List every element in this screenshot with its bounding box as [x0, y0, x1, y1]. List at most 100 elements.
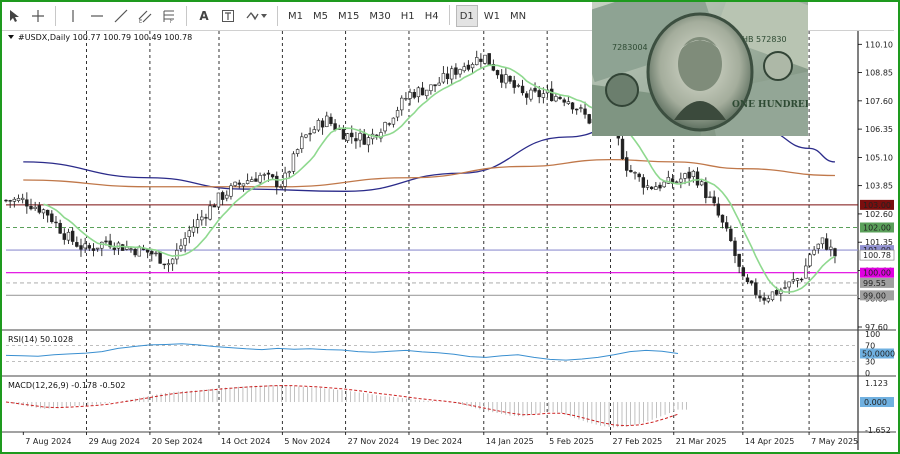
- candle-body: [462, 66, 466, 72]
- candle-body: [570, 102, 575, 110]
- timeframe-d1[interactable]: D1: [455, 5, 478, 27]
- candle-body: [183, 238, 187, 246]
- equidistant-channel-icon[interactable]: E: [134, 5, 156, 27]
- crosshair-icon[interactable]: [27, 5, 49, 27]
- candle-body: [104, 240, 108, 243]
- candle-body: [516, 85, 521, 87]
- candle-body: [691, 170, 696, 177]
- candle-body: [212, 205, 216, 208]
- timeframe-m15[interactable]: M15: [334, 5, 363, 27]
- candle-body: [587, 114, 591, 124]
- candle-body: [824, 238, 829, 250]
- rsi-tick-label: 0: [865, 369, 870, 378]
- candle-body: [275, 175, 279, 188]
- candle-body: [270, 174, 275, 178]
- time-label: 5 Nov 2024: [284, 437, 330, 446]
- candle-body: [433, 84, 437, 87]
- candle-body: [579, 107, 583, 109]
- candle-body: [487, 53, 491, 65]
- rsi-line: [5, 343, 679, 361]
- timeframe-w1[interactable]: W1: [480, 5, 504, 27]
- trendline-icon[interactable]: [110, 5, 132, 27]
- candle-body: [808, 254, 812, 267]
- text-label-icon[interactable]: [217, 5, 239, 27]
- candle-body: [100, 241, 104, 249]
- candle-body: [791, 279, 796, 282]
- candle-body: [749, 280, 754, 284]
- candle-body: [66, 231, 71, 241]
- candle-body: [479, 58, 483, 62]
- candle-body: [637, 173, 641, 178]
- time-label: 7 May 2025: [811, 437, 858, 446]
- fibonacci-icon[interactable]: F: [158, 5, 180, 27]
- candle-body: [354, 138, 358, 142]
- candle-body: [291, 153, 296, 172]
- candle-body: [200, 216, 204, 221]
- price-tick-label: 102.60: [865, 210, 893, 219]
- time-label: 20 Sep 2024: [152, 437, 203, 446]
- time-label: 27 Feb 2025: [612, 437, 662, 446]
- candle-body: [79, 245, 83, 250]
- candle-body: [383, 122, 387, 132]
- candle-body: [550, 88, 554, 102]
- cursor-icon[interactable]: [3, 5, 25, 27]
- candle-body: [833, 248, 837, 257]
- candle-body: [120, 244, 125, 251]
- candle-body: [245, 180, 250, 184]
- time-label: 29 Aug 2024: [89, 437, 140, 446]
- arrows-icon[interactable]: [241, 5, 271, 27]
- timeframe-h1[interactable]: H1: [397, 5, 419, 27]
- candle-body: [475, 57, 479, 66]
- candle-body: [729, 228, 733, 242]
- candle-body: [312, 129, 316, 134]
- candle-body: [233, 181, 237, 186]
- candle-body: [220, 192, 225, 200]
- rsi-tick-label: 100: [865, 330, 880, 339]
- candle-body: [812, 249, 816, 255]
- candle-body: [683, 173, 687, 179]
- price-tick-label: 103.85: [865, 182, 893, 191]
- dollar-banknote-image: HB 572830 7283004 ONE HUNDRED: [592, 2, 808, 136]
- candle-body: [112, 247, 117, 250]
- timeframe-h4[interactable]: H4: [421, 5, 443, 27]
- candle-body: [50, 213, 54, 223]
- candle-body: [320, 120, 325, 128]
- timeframe-m30[interactable]: M30: [365, 5, 394, 27]
- price-tick-label: 108.85: [865, 69, 893, 78]
- rsi-header: RSI(14) 50.1028: [8, 335, 73, 344]
- candle-body: [91, 248, 96, 251]
- timeframe-m5[interactable]: M5: [309, 5, 332, 27]
- text-icon[interactable]: A: [193, 5, 215, 27]
- candle-body: [649, 186, 654, 189]
- candle-body: [566, 101, 571, 104]
- candle-body: [8, 200, 12, 202]
- candle-body: [504, 74, 508, 84]
- candle-body: [820, 237, 825, 245]
- candle-body: [350, 132, 354, 138]
- time-axis: 7 Aug 2024 29 Aug 2024 20 Sep 2024 14 Oct 2…: [22, 432, 858, 446]
- time-label: 5 Feb 2025: [549, 437, 594, 446]
- time-label: 7 Aug 2024: [25, 437, 71, 446]
- candle-body: [150, 251, 154, 255]
- candle-body: [358, 132, 362, 141]
- candle-body: [62, 233, 67, 240]
- candle-body: [395, 110, 400, 118]
- candle-body: [416, 87, 421, 98]
- candle-body: [387, 123, 391, 125]
- timeframe-mn[interactable]: MN: [506, 5, 530, 27]
- candle-body: [541, 93, 546, 98]
- horizontal-line-icon[interactable]: [86, 5, 108, 27]
- candle-body: [458, 69, 462, 75]
- time-label: 14 Oct 2024: [221, 437, 270, 446]
- vertical-line-icon[interactable]: [62, 5, 84, 27]
- toolbar-separator: [186, 6, 187, 26]
- candle-body: [125, 247, 129, 250]
- candle-body: [54, 221, 58, 224]
- candle-body: [662, 181, 666, 188]
- timeframe-m1[interactable]: M1: [284, 5, 307, 27]
- candle-body: [716, 203, 721, 216]
- candle-body: [241, 183, 246, 187]
- candle-body: [441, 73, 446, 83]
- candle-body: [450, 68, 454, 80]
- candle-body: [483, 54, 487, 64]
